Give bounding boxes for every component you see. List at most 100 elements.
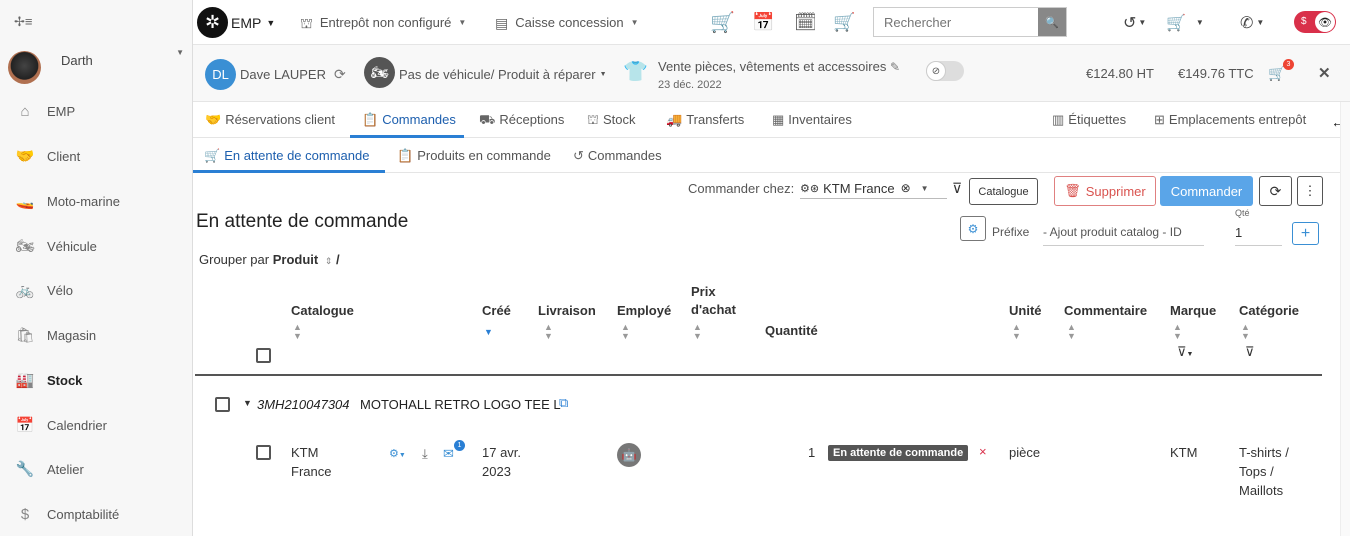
app-switcher[interactable]: ✲ EMP ▼ <box>197 0 275 45</box>
clear-icon[interactable]: ⊗ <box>901 181 911 195</box>
col-employee[interactable]: Employé <box>617 302 671 320</box>
order-button[interactable]: Commander <box>1160 176 1253 206</box>
calendar-edit-icon[interactable]: 🗓 <box>794 0 817 45</box>
sort-icon[interactable]: ▲ ▼ <box>544 323 553 341</box>
col-category[interactable]: Catégorie <box>1239 302 1299 320</box>
tab-reservations[interactable]: 🤝 Réservations client <box>205 102 335 136</box>
caret-down-icon: ▼ <box>630 18 639 27</box>
tab-inventaires[interactable]: ▦ Inventaires <box>772 102 852 136</box>
sort-icon[interactable]: ▲ ▼ <box>621 323 630 341</box>
plus-icon: + <box>1300 224 1311 242</box>
tab-label: Commandes <box>382 111 456 127</box>
select-all-checkbox[interactable] <box>256 348 271 363</box>
catalog-search-button[interactable]: ⚙ <box>960 216 986 241</box>
pin-list-icon[interactable]: ✢≡ <box>14 14 32 30</box>
category-filter-icon[interactable]: ⊽ <box>1245 344 1255 360</box>
sale-toggle[interactable]: ⊘ <box>926 61 964 81</box>
edit-icon[interactable]: ✎ <box>890 61 900 73</box>
catalogue-button[interactable]: Catalogue <box>969 178 1038 205</box>
sidebar-item-emp[interactable]: ⌂ EMP <box>0 91 193 131</box>
sort-icon[interactable]: ▲ ▼ <box>293 323 302 341</box>
tab-transferts[interactable]: 🚚 Transferts <box>666 102 744 136</box>
document-icon[interactable]: ✉ <box>443 446 454 462</box>
sidebar-item-v-lo[interactable]: 🚲 Vélo <box>0 270 193 310</box>
col-created[interactable]: Créé <box>482 302 511 320</box>
cart-icon[interactable]: 🛒 <box>710 0 735 45</box>
tab-commandes[interactable]: 📋 Commandes <box>362 102 456 136</box>
scrollbar[interactable] <box>1340 102 1350 536</box>
col-comment[interactable]: Commentaire <box>1064 302 1147 320</box>
col-delivery[interactable]: Livraison <box>538 302 596 320</box>
catalog-id-input[interactable]: - Ajout produit catalog - ID <box>1043 216 1204 246</box>
avatar <box>8 50 41 84</box>
sidebar-item-atelier[interactable]: 🔧 Atelier <box>0 449 193 489</box>
refresh-icon[interactable]: ⟳ <box>334 67 346 81</box>
register-select[interactable]: ▤ Caisse concession ▼ <box>495 0 639 45</box>
user-menu[interactable]: Darth ▼ <box>8 48 188 84</box>
collapse-caret-icon[interactable]: ▼ <box>243 398 252 408</box>
col-quantity[interactable]: Quantité <box>765 322 818 340</box>
subtab-en-attente[interactable]: 🛒 En attente de commande <box>204 138 369 172</box>
sidebar-item-stock[interactable]: 🏭 Stock <box>0 360 193 400</box>
refresh-button[interactable]: ⟳ <box>1259 176 1292 206</box>
sort-desc-icon[interactable]: ▼ <box>484 328 493 337</box>
calendar-moto-icon[interactable]: 📅 <box>752 0 774 45</box>
group-checkbox[interactable] <box>215 397 230 412</box>
supplier-select[interactable]: ⚙⊛ KTM France ⊗ ▼ <box>800 178 947 199</box>
phone-icon[interactable]: ✆ ▼ <box>1240 0 1264 45</box>
history-icon[interactable]: ↺ ▼ <box>1123 0 1146 45</box>
more-vertical-icon: ⋮ <box>1303 183 1317 198</box>
col-unit[interactable]: Unité <box>1009 302 1042 320</box>
sidebar-item-moto-marine[interactable]: 🚤 Moto-marine <box>0 181 193 221</box>
subtab-produits[interactable]: 📋 Produits en commande <box>397 138 551 172</box>
catalog-menu-icon[interactable]: ⚙▼ <box>389 447 406 460</box>
vehicle-select[interactable]: Pas de véhicule/ Produit à réparer ▼ <box>399 52 607 96</box>
sidebar-item-calendrier[interactable]: 📅 Calendrier <box>0 405 193 445</box>
tab-etiquettes[interactable]: ▥ Étiquettes <box>1052 102 1126 136</box>
sort-icon[interactable]: ▲ ▼ <box>693 323 702 341</box>
sort-icon[interactable]: ▲ ▼ <box>1067 323 1076 341</box>
sidebar-item-v-hicule[interactable]: 🏍 Véhicule <box>0 226 193 266</box>
sale-type[interactable]: Vente pièces, vêtements et accessoires ✎ <box>658 59 900 74</box>
group-by[interactable]: Grouper par Produit ⇕ / <box>199 252 340 267</box>
search-input[interactable] <box>874 8 1038 36</box>
close-icon[interactable]: ✕ <box>1318 64 1331 82</box>
sort-icon[interactable]: ▲ ▼ <box>1173 323 1182 341</box>
cart-list-icon[interactable]: 🛒 ▼ <box>1166 0 1204 45</box>
search-icon[interactable]: 🔍 <box>1038 8 1066 36</box>
vehicle-icon[interactable]: 🏍 <box>364 57 395 88</box>
prefix-field[interactable]: Préfixe <box>992 225 1029 239</box>
sidebar-item-comptabilit-[interactable]: $ Comptabilité <box>0 494 193 534</box>
tab-receptions[interactable]: ⛟ Réceptions <box>479 102 564 136</box>
cart-icon[interactable]: 🛒 <box>1268 65 1285 82</box>
row-checkbox[interactable] <box>256 445 271 460</box>
customer-avatar[interactable]: DL <box>205 59 236 90</box>
price-visibility-toggle[interactable]: $ 👁 <box>1294 11 1336 33</box>
subtab-commandes[interactable]: ↺ Commandes <box>573 138 662 172</box>
col-brand[interactable]: Marque <box>1170 302 1216 320</box>
remove-icon[interactable]: × <box>979 444 987 459</box>
download-icon[interactable]: ⤓ <box>422 446 428 462</box>
more-button[interactable]: ⋮ <box>1297 176 1323 206</box>
register-icon: ▤ <box>495 14 509 31</box>
brand-filter-icon[interactable]: ⊽▼ <box>1177 344 1193 360</box>
sidebar-item-magasin[interactable]: 🛍 Magasin <box>0 315 193 355</box>
sort-icon[interactable]: ▲ ▼ <box>1241 323 1250 341</box>
tab-stock[interactable]: ⛫ Stock <box>587 102 635 136</box>
cart-moto-icon[interactable]: 🛒 <box>833 0 855 45</box>
warehouse-select[interactable]: ⛫ Entrepôt non configuré ▼ <box>300 0 466 45</box>
sale-date: 23 déc. 2022 <box>658 79 722 91</box>
customer-name[interactable]: Dave LAUPER ⟳ <box>240 52 346 96</box>
qty-input[interactable]: 1 <box>1235 218 1282 246</box>
sort-icon[interactable]: ▲ ▼ <box>1012 323 1021 341</box>
add-button[interactable]: + <box>1292 222 1319 245</box>
external-link-icon[interactable]: ⧉ <box>559 395 568 411</box>
col-catalogue[interactable]: Catalogue <box>291 302 354 320</box>
group-by-value: Produit <box>272 252 319 267</box>
delete-button[interactable]: 🗑 Supprimer <box>1054 176 1156 206</box>
dolly-icon: ⛟ <box>479 111 496 127</box>
col-price[interactable]: Prix d'achat <box>691 283 751 319</box>
filter-icon[interactable]: ⊽ <box>952 180 962 197</box>
tab-emplacements[interactable]: ⊞ Emplacements entrepôt <box>1154 102 1306 136</box>
sidebar-item-client[interactable]: 🤝 Client <box>0 136 193 176</box>
